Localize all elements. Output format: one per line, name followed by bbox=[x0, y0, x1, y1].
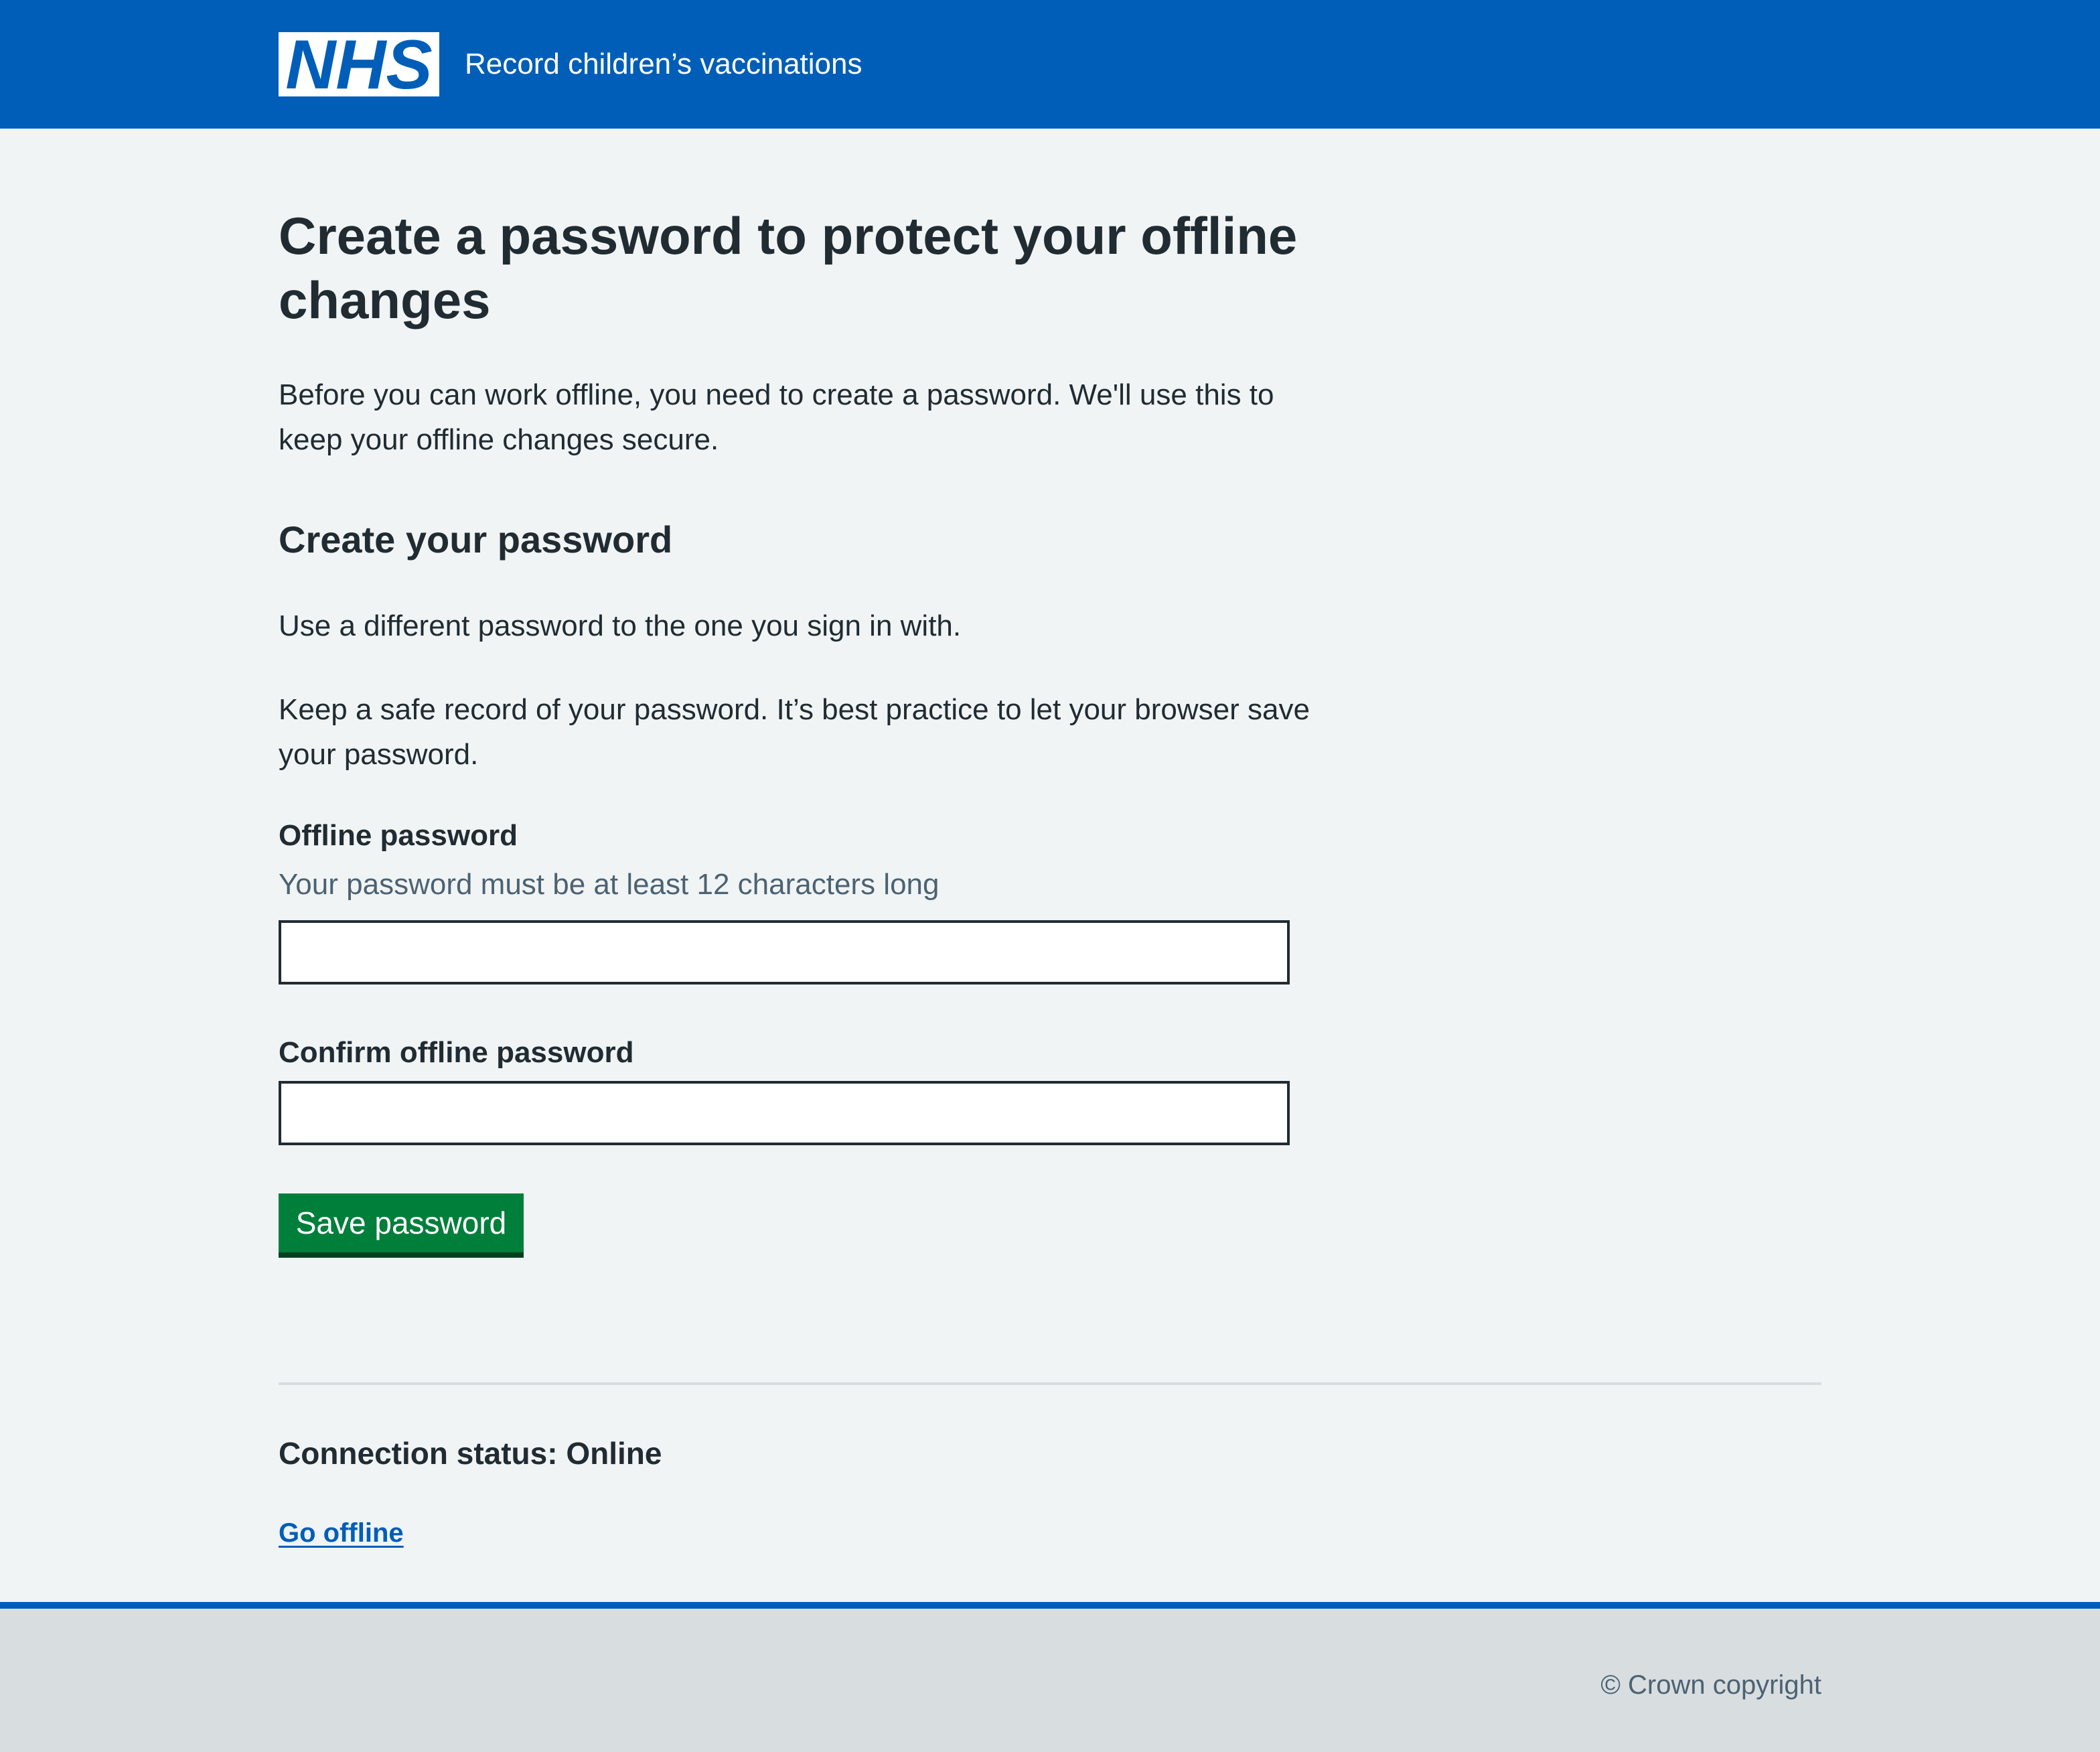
nhs-logo-icon: NHS bbox=[279, 32, 439, 96]
site-header: NHS Record children’s vaccinations bbox=[0, 0, 2100, 129]
section-title: Create your password bbox=[279, 518, 673, 561]
service-name[interactable]: Record children’s vaccinations bbox=[465, 43, 862, 86]
section-divider bbox=[279, 1382, 1821, 1385]
different-password-text: Use a different password to the one you … bbox=[279, 609, 962, 642]
go-offline-link[interactable]: Go offline bbox=[279, 1514, 404, 1552]
connection-status: Connection status: Online bbox=[279, 1432, 662, 1475]
connection-status-value: Online bbox=[566, 1436, 662, 1471]
intro-text: Before you can work offline, you need to… bbox=[279, 378, 1274, 456]
save-password-button[interactable]: Save password bbox=[279, 1193, 524, 1258]
copyright-text: © Crown copyright bbox=[1600, 1670, 1821, 1700]
confirm-password-input[interactable] bbox=[279, 1081, 1290, 1145]
password-label: Offline password bbox=[279, 819, 518, 852]
page-title: Create a password to protect your offlin… bbox=[279, 206, 1298, 330]
nhs-logo[interactable]: NHS bbox=[279, 32, 439, 96]
password-input[interactable] bbox=[279, 920, 1290, 984]
nhs-logo-text: NHS bbox=[285, 32, 433, 96]
keep-record-text: Keep a safe record of your password. It’… bbox=[279, 693, 1310, 771]
connection-status-label: Connection status: bbox=[279, 1436, 558, 1471]
password-hint: Your password must be at least 12 charac… bbox=[279, 868, 940, 901]
site-footer: © Crown copyright bbox=[0, 1602, 2100, 1752]
confirm-password-label: Confirm offline password bbox=[279, 1036, 634, 1069]
